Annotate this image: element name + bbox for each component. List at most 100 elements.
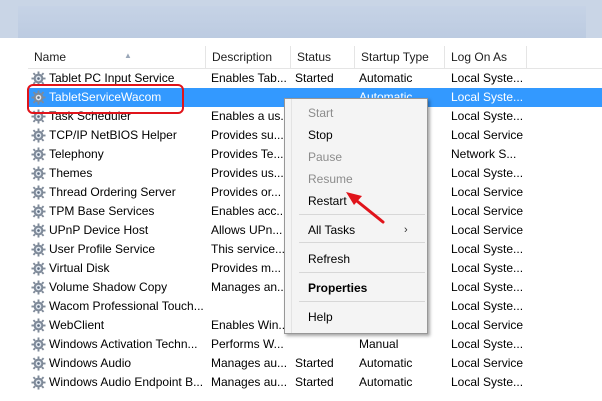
cell-description: Enables Win... xyxy=(211,318,289,332)
cell-name: TabletServiceWacom xyxy=(28,88,206,107)
gear-icon xyxy=(31,185,46,200)
gear-icon xyxy=(31,90,46,105)
service-name: Thread Ordering Server xyxy=(49,185,176,199)
service-name: Windows Audio Endpoint B... xyxy=(49,375,204,389)
service-name: TCP/IP NetBIOS Helper xyxy=(49,128,177,142)
menu-item-refresh[interactable]: Refresh xyxy=(308,249,350,269)
cell-name: Windows Audio Endpoint B... xyxy=(28,373,206,392)
chevron-right-icon: › xyxy=(404,224,408,236)
cell-log-on-as: Local Service xyxy=(451,185,524,199)
menu-item-start[interactable]: Start xyxy=(308,103,333,123)
column-header-name[interactable]: Name ▲ xyxy=(28,46,206,68)
cell-description: Allows UPn... xyxy=(211,223,283,237)
cell-startup-type: Automatic xyxy=(359,356,413,370)
table-row[interactable]: Tablet PC Input Service Enables Tab... Sta… xyxy=(28,69,602,88)
toolbar-area xyxy=(0,0,602,39)
cell-description: Provides su... xyxy=(211,128,284,142)
menu-item-help[interactable]: Help xyxy=(308,307,333,327)
cell-description: Provides Te... xyxy=(211,147,284,161)
menu-gutter xyxy=(291,99,292,333)
cell-name: User Profile Service xyxy=(28,240,206,259)
cell-log-on-as: Local Service xyxy=(451,356,524,370)
gear-icon xyxy=(31,356,46,371)
cell-description: Manages an... xyxy=(211,280,288,294)
cell-name: Windows Audio xyxy=(28,354,206,373)
column-header-log-on-as[interactable]: Log On As xyxy=(445,46,527,68)
cell-log-on-as: Local Service xyxy=(451,128,524,142)
cell-status: Started xyxy=(295,375,334,389)
service-name: Windows Activation Techn... xyxy=(49,337,198,351)
cell-log-on-as: Local Syste... xyxy=(451,71,524,85)
cell-description: Performs W... xyxy=(211,337,284,351)
gear-icon xyxy=(31,318,46,333)
service-name: TPM Base Services xyxy=(49,204,155,218)
menu-item-properties[interactable]: Properties xyxy=(308,278,367,298)
gear-icon xyxy=(31,299,46,314)
gear-icon xyxy=(31,261,46,276)
cell-name: Virtual Disk xyxy=(28,259,206,278)
service-name: Tablet PC Input Service xyxy=(49,71,175,85)
gear-icon xyxy=(31,223,46,238)
menu-separator xyxy=(299,301,425,302)
cell-name: UPnP Device Host xyxy=(28,221,206,240)
service-name: Virtual Disk xyxy=(49,261,110,275)
menu-item-restart[interactable]: Restart xyxy=(308,191,347,211)
menu-separator xyxy=(299,242,425,243)
gear-icon xyxy=(31,204,46,219)
cell-description: Manages au... xyxy=(211,375,288,389)
menu-separator xyxy=(299,272,425,273)
column-header-name-label: Name xyxy=(34,50,67,64)
menu-item-resume[interactable]: Resume xyxy=(308,169,353,189)
menu-item-all-tasks[interactable]: All Tasks xyxy=(308,220,355,240)
table-row[interactable]: Windows Activation Techn... Performs W...… xyxy=(28,335,602,354)
column-header-status[interactable]: Status xyxy=(291,46,355,68)
service-name: TabletServiceWacom xyxy=(49,90,162,104)
gear-icon xyxy=(31,375,46,390)
gear-icon xyxy=(31,280,46,295)
cell-log-on-as: Local Syste... xyxy=(451,109,524,123)
cell-log-on-as: Local Syste... xyxy=(451,166,524,180)
cell-log-on-as: Local Syste... xyxy=(451,299,524,313)
cell-log-on-as: Local Syste... xyxy=(451,375,524,389)
gear-icon xyxy=(31,147,46,162)
service-name: WebClient xyxy=(49,318,105,332)
cell-description: Provides us... xyxy=(211,166,284,180)
cell-log-on-as: Local Service xyxy=(451,223,524,237)
service-name: UPnP Device Host xyxy=(49,223,149,237)
gear-icon xyxy=(31,128,46,143)
cell-description: Enables Tab... xyxy=(211,71,287,85)
gear-icon xyxy=(31,109,46,124)
cell-log-on-as: Local Syste... xyxy=(451,337,524,351)
gear-icon xyxy=(31,242,46,257)
cell-name: Thread Ordering Server xyxy=(28,183,206,202)
service-name: User Profile Service xyxy=(49,242,156,256)
menu-separator xyxy=(299,214,425,215)
cell-description: This service... xyxy=(211,242,286,256)
cell-log-on-as: Local Service xyxy=(451,318,524,332)
column-header-description-label: Description xyxy=(212,50,273,64)
cell-startup-type: Manual xyxy=(359,337,399,351)
sort-ascending-icon: ▲ xyxy=(124,51,132,60)
cell-description xyxy=(211,88,291,107)
menu-item-stop[interactable]: Stop xyxy=(308,125,333,145)
cell-status: Started xyxy=(295,71,334,85)
cell-log-on-as: Local Syste... xyxy=(451,242,524,256)
gear-icon xyxy=(31,166,46,181)
cell-name: TPM Base Services xyxy=(28,202,206,221)
cell-log-on-as: Local Syste... xyxy=(451,280,524,294)
cell-description: Manages au... xyxy=(211,356,288,370)
left-edge xyxy=(0,38,18,401)
column-header-startup-type-label: Startup Type xyxy=(361,50,429,64)
table-row[interactable]: Windows Audio Endpoint B... Manages au...… xyxy=(28,373,602,392)
cell-name: WebClient xyxy=(28,316,206,335)
cell-description: Enables a us... xyxy=(211,109,291,123)
menu-item-pause[interactable]: Pause xyxy=(308,147,342,167)
column-header-description[interactable]: Description xyxy=(206,46,291,68)
gear-icon xyxy=(31,337,46,352)
gear-icon xyxy=(31,71,46,86)
table-row[interactable]: Windows Audio Manages au... Started Automat… xyxy=(28,354,602,373)
list-header: Name ▲ Description Status Startup Type L… xyxy=(28,46,602,69)
cell-name: Windows Activation Techn... xyxy=(28,335,206,354)
cell-log-on-as: Local Syste... xyxy=(451,261,524,275)
column-header-startup-type[interactable]: Startup Type xyxy=(355,46,445,68)
